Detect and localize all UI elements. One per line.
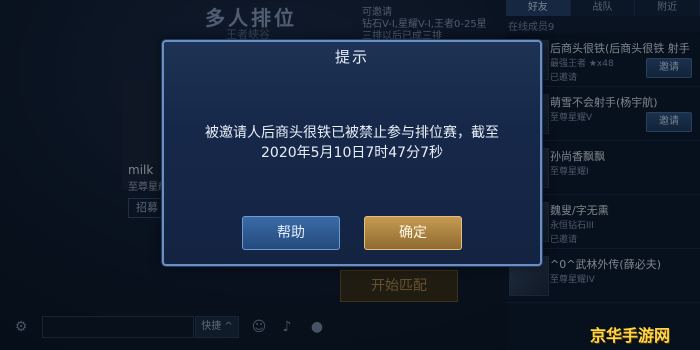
watermark: 京华手游网 (590, 326, 671, 345)
help-button[interactable]: 帮助 (242, 216, 340, 250)
dialog-message: 被邀请人后商头很铁已被禁止参与排位赛，截至 (205, 125, 499, 141)
ban-dialog: 提示 被邀请人后商头很铁已被禁止参与排位赛，截至 2020年5月10日7时47分… (162, 40, 542, 266)
dialog-title: 提示 (334, 48, 369, 66)
dialog-message-date: 2020年5月10日7时47分7秒 (261, 145, 443, 161)
confirm-button[interactable]: 确定 (364, 216, 462, 250)
